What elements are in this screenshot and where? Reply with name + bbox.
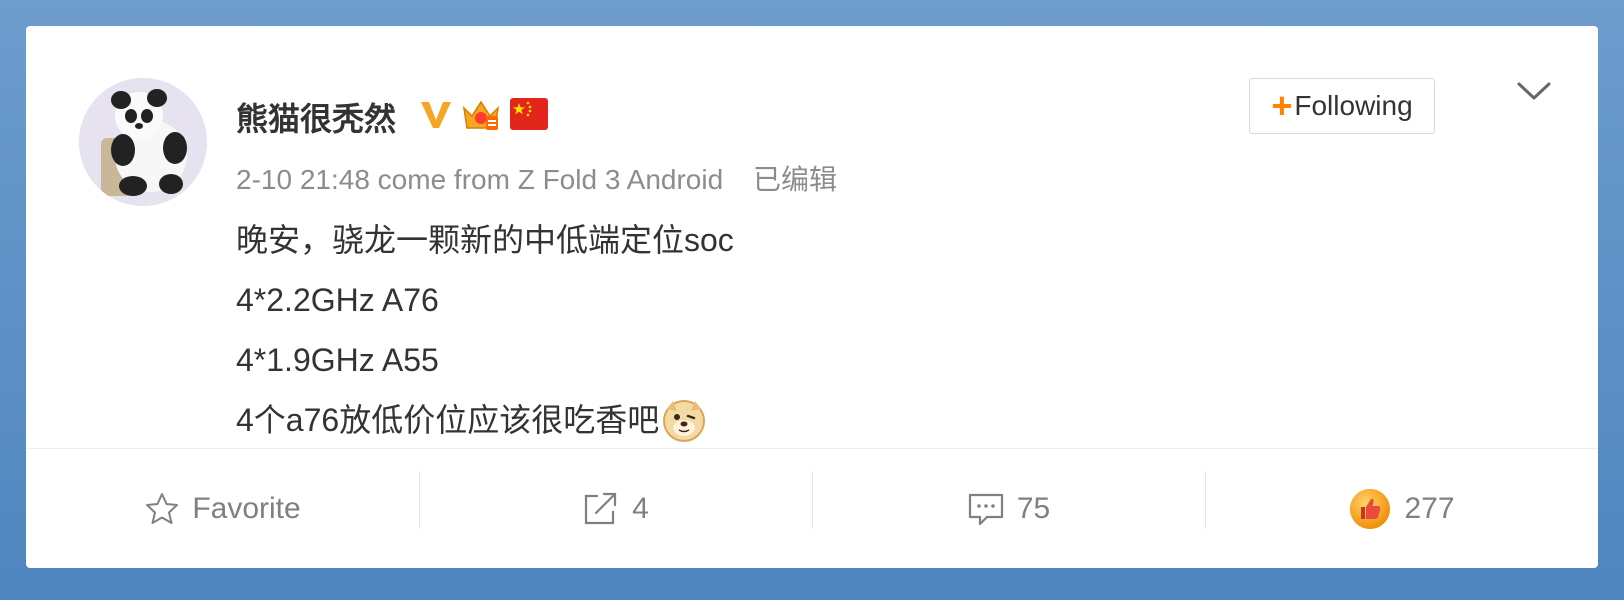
username[interactable]: 熊猫很秃然 (236, 94, 396, 140)
chevron-down-icon[interactable] (1514, 76, 1554, 106)
post-card: 熊猫很秃然 2-10 21:48 come from Z Fold 3 Andr… (26, 26, 1598, 568)
repost-count: 4 (632, 491, 649, 525)
like-button[interactable]: 277 (1205, 449, 1598, 568)
plus-icon: + (1271, 85, 1293, 126)
crown-member-icon[interactable] (460, 94, 502, 134)
china-flag-icon[interactable] (508, 95, 550, 133)
content-line: 4个a76放低价位应该很吃香吧 (236, 390, 734, 450)
content-line: 晚安，骁龙一颗新的中低端定位soc (236, 222, 734, 258)
like-count: 277 (1404, 491, 1455, 525)
following-label: Following (1294, 90, 1413, 121)
post-source: come from Z Fold 3 Android (377, 164, 724, 195)
repost-button[interactable]: 4 (419, 449, 812, 568)
post-timestamp[interactable]: 2-10 21:48 (236, 164, 370, 195)
action-bar: Favorite 4 75 277 (26, 449, 1598, 568)
comment-button[interactable]: 75 (812, 449, 1205, 568)
content-line: 4*1.9GHz A55 (236, 342, 439, 378)
post-meta: 2-10 21:48 come from Z Fold 3 Android 已编… (236, 158, 837, 198)
user-badges (418, 94, 550, 134)
post-content: 晚安，骁龙一颗新的中低端定位soc 4*2.2GHz A76 4*1.9GHz … (236, 210, 734, 450)
comment-icon (968, 493, 1003, 525)
favorite-button[interactable]: Favorite (26, 449, 419, 568)
star-icon (146, 492, 179, 524)
verified-v-icon[interactable] (418, 96, 454, 132)
edited-label[interactable]: 已编辑 (753, 164, 837, 195)
favorite-label: Favorite (192, 491, 301, 525)
thumbs-up-icon (1350, 488, 1391, 529)
content-line: 4*2.2GHz A76 (236, 282, 439, 318)
comment-count: 75 (1016, 491, 1051, 525)
share-icon (585, 492, 617, 524)
avatar[interactable] (79, 78, 207, 206)
panda-avatar-icon (79, 78, 207, 206)
doge-emoji-icon (663, 400, 706, 442)
following-button[interactable]: + Following (1249, 78, 1435, 134)
